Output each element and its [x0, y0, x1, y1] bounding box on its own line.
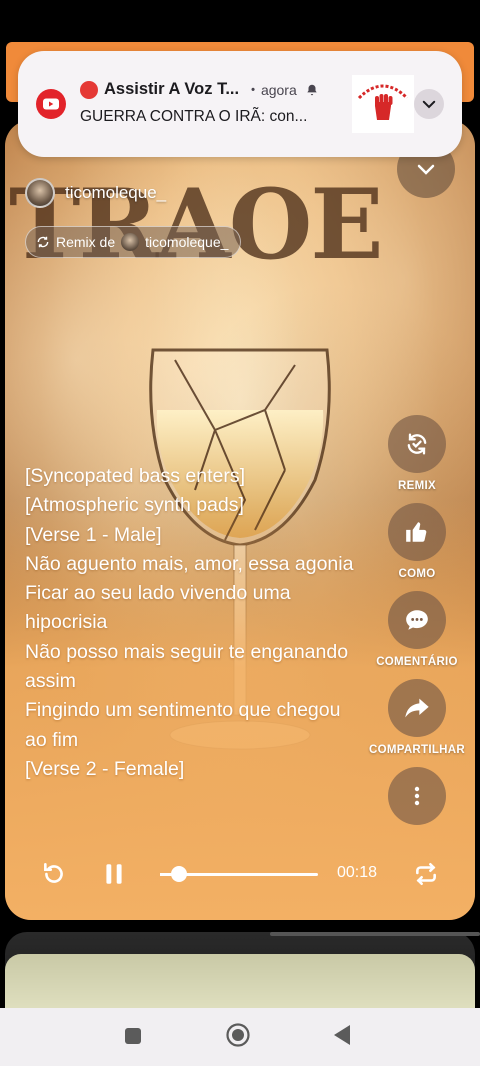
back-button[interactable] [332, 1024, 352, 1051]
notification-expand-button[interactable] [414, 89, 444, 119]
remix-prefix: Remix de [56, 234, 116, 250]
youtube-icon [36, 89, 66, 119]
back-triangle-icon [334, 1025, 350, 1045]
home-icon [226, 1023, 250, 1047]
next-card-content [5, 954, 475, 1012]
system-navigation-bar [0, 1008, 480, 1066]
comment-button[interactable] [388, 591, 446, 649]
youtube-notification[interactable]: Assistir A Voz T... • agora GUERRA CONTR… [18, 51, 462, 157]
comment-action[interactable]: COMENTÁRIO [367, 591, 467, 668]
repeat-button[interactable] [413, 861, 439, 892]
lyric-line: [Syncopated bass enters] [25, 465, 246, 487]
notification-title: Assistir A Voz T... [104, 80, 240, 98]
username[interactable]: ticomoleque_ [65, 183, 166, 203]
lyric-line: [Verse 2 - Female] [25, 757, 185, 780]
remix-label: REMIX [398, 480, 436, 492]
remix-icon [407, 433, 427, 455]
lyric-line: Fingindo um sentimento que chegou ao fim [25, 699, 341, 751]
remix-button[interactable] [388, 415, 446, 473]
lyric-line: [Verse 1 - Male] [25, 523, 162, 546]
channel-thumbnail [352, 75, 414, 133]
pause-button[interactable] [101, 861, 127, 892]
separator-dot: • [251, 83, 255, 96]
chevron-down-icon [417, 164, 435, 175]
elapsed-time: 00:18 [337, 864, 378, 881]
avatar[interactable] [25, 178, 55, 208]
fist-logo-icon [357, 84, 409, 128]
notification-title-row: Assistir A Voz T... • agora [80, 80, 319, 99]
next-card-preview[interactable] [5, 932, 480, 1012]
lyric-line: Não aguento mais, amor, essa agonia [25, 552, 354, 575]
home-button[interactable] [226, 1023, 250, 1052]
lyric-line: [Atmospheric synth pads] [25, 494, 244, 517]
seek-thumb[interactable] [170, 866, 187, 882]
like-action[interactable]: COMO [367, 503, 467, 580]
replay-icon [44, 862, 63, 883]
lyrics-panel[interactable]: [Syncopated bass enters] [Atmospheric sy… [25, 462, 355, 828]
pause-icon [106, 864, 122, 884]
song-card: TRAOE ticomoleque_ Remix de ticomoleque_ [5, 120, 475, 920]
more-button[interactable] [388, 767, 446, 825]
drag-handle[interactable] [270, 932, 480, 936]
repeat-icon [416, 862, 436, 886]
notification-time: agora [260, 81, 297, 98]
share-arrow-icon [405, 698, 429, 718]
share-action[interactable]: COMPARTILHAR [367, 679, 467, 756]
recents-icon [125, 1028, 141, 1044]
remix-user: ticomoleque_ [145, 234, 229, 250]
remix-action[interactable]: REMIX [367, 415, 467, 492]
like-button[interactable] [388, 503, 446, 561]
share-label: COMPARTILHAR [368, 744, 465, 756]
live-dot-icon [80, 80, 98, 99]
share-button[interactable] [388, 679, 446, 737]
remix-user-avatar [121, 233, 140, 251]
seek-bar[interactable] [160, 866, 318, 882]
player-controls: 00:18 [5, 855, 475, 895]
author-row[interactable]: ticomoleque_ [25, 178, 166, 208]
like-label: COMO [398, 568, 436, 580]
recents-button[interactable] [124, 1027, 142, 1050]
more-vertical-icon [414, 786, 420, 806]
thumbs-up-icon [406, 522, 427, 542]
comment-icon [406, 610, 428, 630]
notification-body: GUERRA CONTRA O IRÃ: con... [80, 108, 308, 125]
lyric-line: Ficar ao seu lado vivendo uma hipocrisia [25, 582, 291, 634]
lyric-line: Não posso mais seguir te enganando assim [25, 640, 349, 693]
more-action[interactable] [367, 767, 467, 825]
chevron-down-icon [422, 100, 436, 109]
remix-source-pill[interactable]: Remix de ticomoleque_ [25, 226, 242, 258]
replay-button[interactable] [41, 861, 67, 892]
remix-icon [37, 236, 49, 248]
comment-label: COMENTÁRIO [376, 656, 458, 668]
bell-silent-icon [307, 84, 317, 95]
